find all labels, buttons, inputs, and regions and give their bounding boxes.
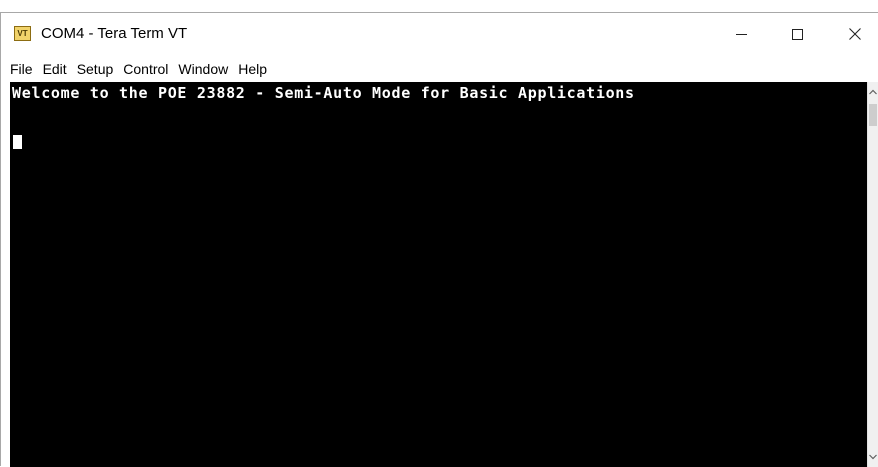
menu-edit[interactable]: Edit — [38, 59, 72, 79]
chevron-down-icon — [869, 454, 877, 460]
close-button[interactable] — [832, 13, 878, 55]
terminal-line: Welcome to the POE 23882 - Semi-Auto Mod… — [12, 84, 635, 102]
window-left-edge — [1, 82, 10, 467]
minimize-icon — [735, 33, 747, 35]
chevron-up-icon — [869, 89, 877, 95]
window-title: COM4 - Tera Term VT — [41, 25, 188, 42]
minimize-button[interactable] — [718, 13, 764, 55]
menu-setup[interactable]: Setup — [72, 59, 119, 79]
scroll-up-button[interactable] — [868, 84, 878, 100]
menu-window[interactable]: Window — [173, 59, 233, 79]
terminal-screen[interactable]: Welcome to the POE 23882 - Semi-Auto Mod… — [10, 82, 867, 467]
maximize-button[interactable] — [774, 13, 820, 55]
tera-term-window: VT COM4 - Tera Term VT File Edit Setup C… — [0, 12, 878, 467]
tera-term-icon[interactable]: VT — [14, 26, 31, 41]
menu-control[interactable]: Control — [118, 59, 173, 79]
scrollbar-thumb[interactable] — [869, 104, 877, 126]
menu-bar: File Edit Setup Control Window Help — [1, 56, 867, 81]
vertical-scrollbar[interactable] — [867, 82, 878, 467]
scroll-down-button[interactable] — [868, 449, 878, 465]
maximize-icon — [791, 28, 803, 40]
terminal-cursor — [13, 135, 22, 149]
menu-file[interactable]: File — [5, 59, 38, 79]
close-icon — [849, 28, 861, 40]
title-bar[interactable]: VT COM4 - Tera Term VT — [1, 13, 878, 55]
menu-help[interactable]: Help — [233, 59, 272, 79]
